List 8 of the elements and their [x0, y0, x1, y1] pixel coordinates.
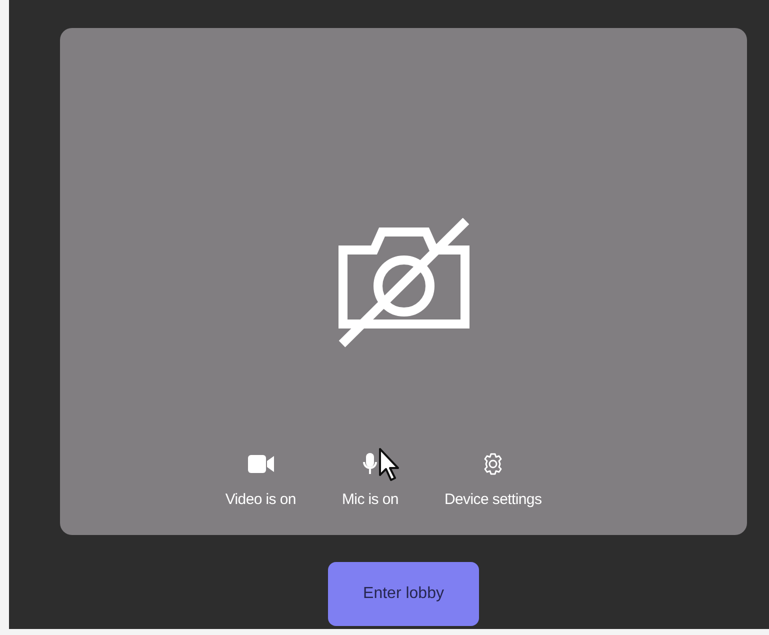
microphone-icon	[363, 452, 378, 474]
device-settings-button[interactable]: Device settings	[444, 450, 542, 511]
enter-lobby-button[interactable]: Enter lobby	[328, 562, 479, 626]
video-toggle-button[interactable]: Video is on	[225, 450, 296, 511]
mic-toggle-button[interactable]: Mic is on	[342, 450, 398, 511]
camera-off-icon	[336, 218, 472, 348]
mouse-cursor-icon	[378, 447, 402, 483]
video-camera-icon	[248, 454, 274, 472]
